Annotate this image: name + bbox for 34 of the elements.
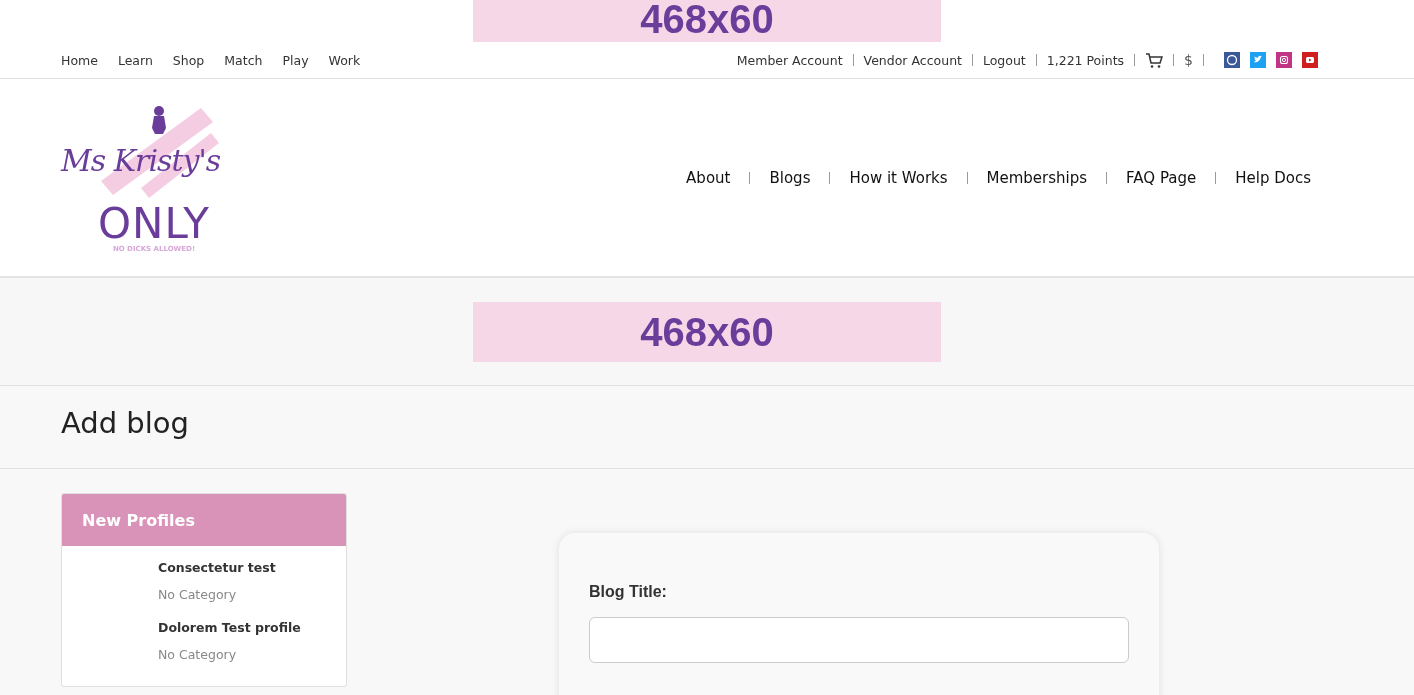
twitter-icon[interactable] bbox=[1250, 52, 1266, 68]
nav-link[interactable]: Play bbox=[282, 52, 309, 68]
account-link[interactable]: Logout bbox=[982, 52, 1026, 68]
ad-banner[interactable]: 468x60 bbox=[473, 0, 941, 42]
nav-link[interactable]: Home bbox=[61, 52, 98, 68]
main-nav-link[interactable]: Memberships bbox=[986, 168, 1088, 187]
input-field[interactable] bbox=[589, 617, 1129, 663]
profile-name[interactable]: Dolorem Test profile bbox=[158, 620, 346, 635]
nav-link[interactable]: Learn bbox=[117, 52, 153, 68]
main-nav-link[interactable]: About bbox=[686, 168, 731, 187]
account-link[interactable]: Member Account bbox=[736, 52, 843, 68]
ad-banner[interactable]: 468x60 bbox=[473, 302, 941, 362]
currency-link[interactable]: $ bbox=[1184, 52, 1193, 68]
main-nav-link[interactable]: Help Docs bbox=[1235, 168, 1311, 187]
nav-link[interactable]: Work bbox=[328, 52, 361, 68]
nav-link[interactable]: Shop bbox=[172, 52, 205, 68]
facebook-icon[interactable] bbox=[1224, 52, 1240, 68]
nav-link[interactable]: Match bbox=[224, 52, 263, 68]
account-link[interactable]: 1,221 Points bbox=[1046, 52, 1125, 68]
instagram-icon[interactable] bbox=[1276, 52, 1292, 68]
youtube-icon[interactable] bbox=[1302, 52, 1318, 68]
main-nav-link[interactable]: FAQ Page bbox=[1126, 168, 1197, 187]
profile-name[interactable]: Consectetur test bbox=[158, 560, 346, 575]
profile-category: No Category bbox=[158, 587, 238, 602]
account-link[interactable]: Vendor Account bbox=[863, 52, 962, 68]
field-label: Blog Title: bbox=[589, 583, 668, 601]
main-nav-link[interactable]: How it Works bbox=[849, 168, 948, 187]
main-nav-link[interactable]: Blogs bbox=[769, 168, 811, 187]
profile-category: No Category bbox=[158, 647, 238, 662]
cart-icon[interactable] bbox=[1145, 51, 1164, 69]
page-title: Add blog bbox=[61, 406, 190, 440]
logo-word: ONLY bbox=[98, 202, 210, 245]
logo-script-text: Ms Kristy's bbox=[61, 142, 221, 178]
card-title: New Profiles bbox=[82, 510, 195, 530]
